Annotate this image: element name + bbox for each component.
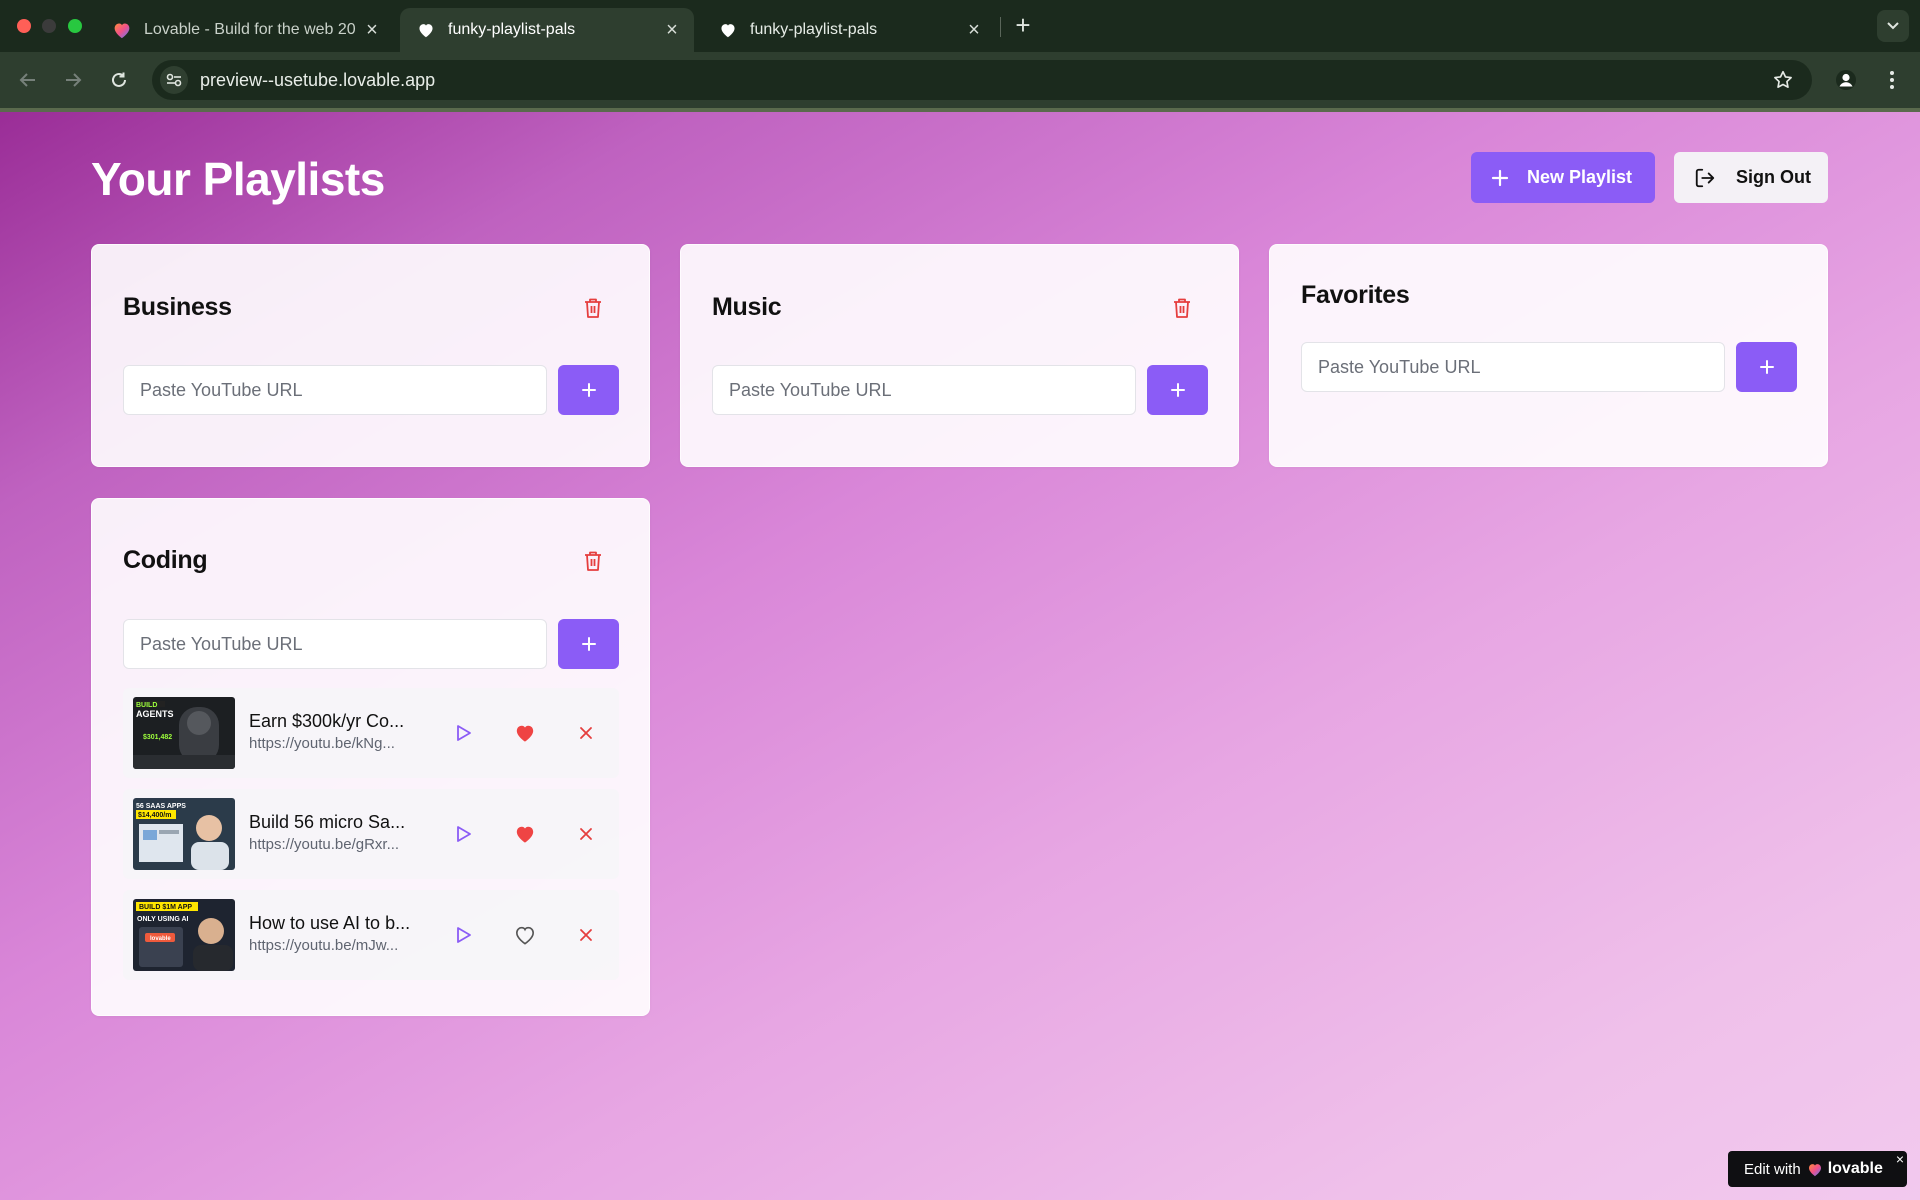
video-url: https://youtu.be/kNg... <box>249 735 395 752</box>
plus-icon <box>1759 360 1774 374</box>
sign-out-button[interactable]: Sign Out <box>1674 152 1828 203</box>
delete-playlist-trash-icon[interactable] <box>1170 296 1194 320</box>
browser-tab-active[interactable]: funky-playlist-pals × <box>400 8 694 52</box>
profile-avatar-icon[interactable] <box>1831 65 1861 95</box>
new-playlist-label: New Playlist <box>1527 167 1633 187</box>
thumb-text: AGENTS <box>136 709 174 719</box>
youtube-url-input[interactable] <box>123 365 547 415</box>
site-info-tune-icon[interactable] <box>160 66 188 94</box>
favorite-heart-outline-icon[interactable] <box>513 923 537 947</box>
youtube-url-input[interactable] <box>123 619 547 669</box>
tab-close-icon[interactable]: × <box>662 20 682 40</box>
playlist-card-favorites: Favorites <box>1269 244 1828 467</box>
plus-icon <box>581 383 596 397</box>
browser-tab-inactive[interactable]: funky-playlist-pals × <box>702 8 996 52</box>
video-url: https://youtu.be/gRxr... <box>249 836 400 853</box>
add-video-button[interactable] <box>558 619 619 669</box>
youtube-url-input[interactable] <box>1301 342 1725 392</box>
app-page: Your Playlists New Playlist Sign Out Bus… <box>0 112 1920 1200</box>
playlist-title: Music <box>712 293 782 321</box>
browser-toolbar: preview--usetube.lovable.app <box>0 52 1920 108</box>
new-playlist-button[interactable]: New Playlist <box>1471 152 1655 203</box>
plus-icon <box>1491 169 1509 187</box>
remove-video-x-icon[interactable] <box>574 923 598 947</box>
tab-title: Lovable - Build for the web 20 <box>144 21 356 38</box>
add-video-button[interactable] <box>558 365 619 415</box>
forward-arrow-icon[interactable] <box>59 66 87 94</box>
address-bar[interactable]: preview--usetube.lovable.app <box>152 60 1812 100</box>
browser-tab-bar: Lovable - Build for the web 20 × funky-p… <box>0 0 1920 52</box>
thumb-text: $14,400/m <box>138 812 171 819</box>
window-minimize-button[interactable] <box>42 19 56 33</box>
add-video-button[interactable] <box>1736 342 1797 392</box>
log-out-icon <box>1694 167 1716 189</box>
play-icon[interactable] <box>452 721 476 745</box>
video-title[interactable]: How to use AI to b... <box>249 913 410 934</box>
bookmark-star-icon[interactable] <box>1772 69 1794 96</box>
video-thumbnail[interactable]: 56 SAAS APPS $14,400/m <box>133 798 235 870</box>
back-arrow-icon[interactable] <box>14 66 42 94</box>
tab-separator <box>1000 17 1001 37</box>
badge-brand: lovable <box>1827 1160 1883 1177</box>
tab-close-icon[interactable]: × <box>964 20 984 40</box>
video-url: https://youtu.be/mJw... <box>249 937 399 954</box>
new-tab-plus-icon[interactable]: + <box>1012 12 1034 40</box>
video-row: BUILD $1M APP ONLY USING AI lovable How … <box>123 890 619 980</box>
delete-playlist-trash-icon[interactable] <box>581 296 605 320</box>
tab-close-icon[interactable]: × <box>362 20 382 40</box>
plus-icon <box>1170 383 1185 397</box>
favorite-heart-filled-icon[interactable] <box>513 721 537 745</box>
video-thumbnail[interactable]: BUILD $1M APP ONLY USING AI lovable <box>133 899 235 971</box>
playlist-card-business: Business <box>91 244 650 467</box>
thumb-text: BUILD <box>136 702 157 709</box>
playlist-title: Coding <box>123 546 208 574</box>
play-icon[interactable] <box>452 923 476 947</box>
youtube-url-input[interactable] <box>712 365 1136 415</box>
video-thumbnail[interactable]: BUILD AGENTS $301,482 <box>133 697 235 769</box>
playlist-title: Business <box>123 293 232 321</box>
edit-with-lovable-badge[interactable]: Edit with lovable × <box>1728 1151 1907 1187</box>
page-title: Your Playlists <box>91 153 385 205</box>
badge-close-icon[interactable]: × <box>1896 1152 1904 1166</box>
thumb-text: 56 SAAS APPS <box>136 803 186 810</box>
plus-icon <box>581 637 596 651</box>
delete-playlist-trash-icon[interactable] <box>581 549 605 573</box>
lovable-heart-icon <box>112 20 132 40</box>
video-row: 56 SAAS APPS $14,400/m Build 56 micro Sa… <box>123 789 619 879</box>
lovable-heart-icon <box>1807 1162 1823 1177</box>
window-zoom-button[interactable] <box>68 19 82 33</box>
favorite-heart-filled-icon[interactable] <box>513 822 537 846</box>
browser-tab-lovable[interactable]: Lovable - Build for the web 20 × <box>96 8 394 52</box>
tab-title: funky-playlist-pals <box>750 21 878 38</box>
remove-video-x-icon[interactable] <box>574 721 598 745</box>
playlist-title: Favorites <box>1301 281 1410 309</box>
reload-icon[interactable] <box>105 66 133 94</box>
video-title[interactable]: Earn $300k/yr Co... <box>249 711 404 732</box>
browser-menu-icon[interactable] <box>1880 65 1904 95</box>
play-icon[interactable] <box>452 822 476 846</box>
playlist-card-coding: Coding BUILD AGENTS $301,482 <box>91 498 650 1016</box>
playlist-card-music: Music <box>680 244 1239 467</box>
add-video-button[interactable] <box>1147 365 1208 415</box>
heart-icon <box>416 20 436 40</box>
video-row: BUILD AGENTS $301,482 Earn $300k/yr Co..… <box>123 688 619 778</box>
thumb-text: $301,482 <box>143 734 172 741</box>
tab-title: funky-playlist-pals <box>448 21 576 38</box>
thumb-text: lovable <box>150 936 171 942</box>
video-title[interactable]: Build 56 micro Sa... <box>249 812 405 833</box>
thumb-text: ONLY USING AI <box>137 916 189 923</box>
remove-video-x-icon[interactable] <box>574 822 598 846</box>
heart-icon <box>718 20 738 40</box>
thumb-text: BUILD $1M APP <box>139 904 192 911</box>
sign-out-label: Sign Out <box>1736 167 1811 187</box>
address-url-text: preview--usetube.lovable.app <box>200 70 436 90</box>
tab-search-chevron-icon[interactable] <box>1877 10 1909 42</box>
badge-prefix: Edit with <box>1744 1160 1801 1178</box>
window-close-button[interactable] <box>17 19 31 33</box>
